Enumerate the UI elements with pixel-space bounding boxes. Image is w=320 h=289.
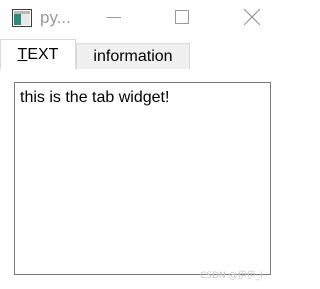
- tab-information[interactable]: information: [76, 43, 190, 69]
- tab-information-label: information: [93, 47, 173, 65]
- tab-text-label: TEXT: [17, 45, 59, 63]
- tab-page-text: this is the tab widget!: [0, 69, 282, 289]
- text-area-content: this is the tab widget!: [20, 89, 170, 106]
- close-button[interactable]: [232, 0, 272, 38]
- app-window-icon: [12, 9, 32, 27]
- maximize-icon: [174, 9, 190, 30]
- watermark: CSDN @伊伊_I: [200, 271, 263, 281]
- minimize-icon: [106, 9, 122, 30]
- maximize-button[interactable]: [162, 0, 202, 38]
- minimize-button[interactable]: [94, 0, 134, 38]
- close-icon: [243, 8, 261, 31]
- main-window: py... TEXT information this is the tab w…: [0, 0, 282, 289]
- window-title: py...: [40, 8, 71, 27]
- tab-text[interactable]: TEXT: [0, 39, 76, 69]
- text-area[interactable]: this is the tab widget!: [14, 82, 271, 275]
- title-bar[interactable]: py...: [0, 0, 282, 38]
- tab-bar: TEXT information: [0, 39, 282, 109]
